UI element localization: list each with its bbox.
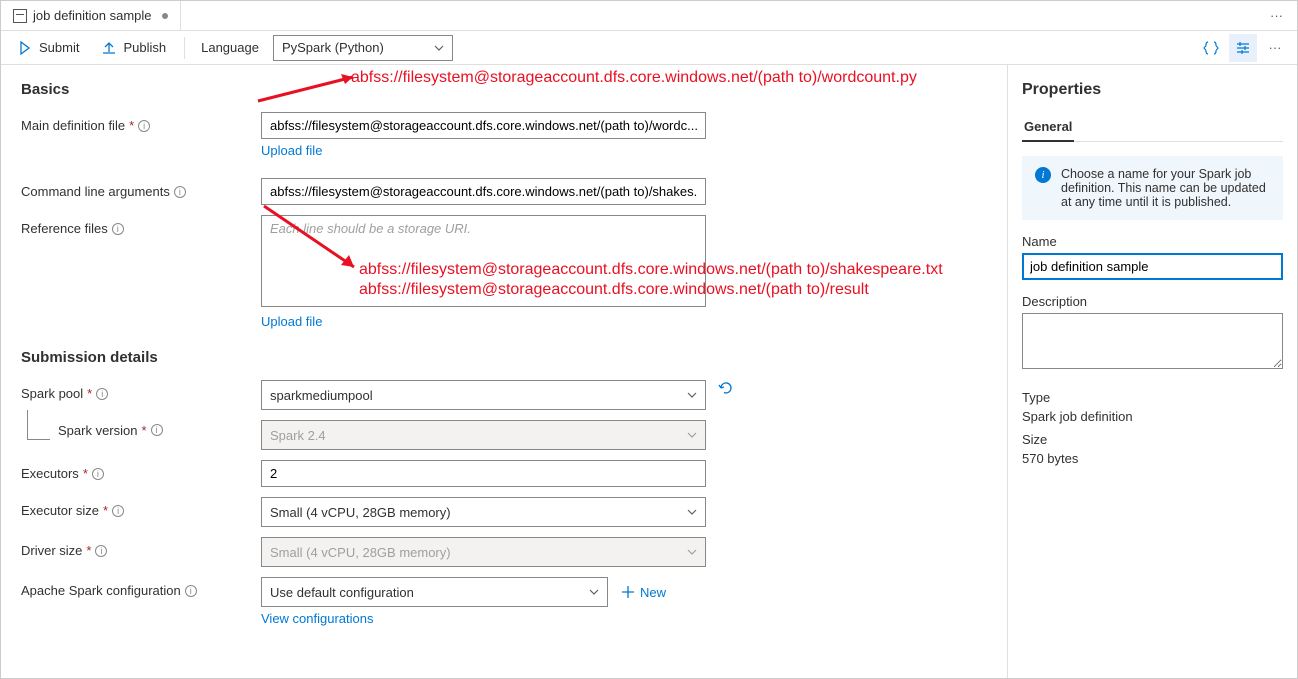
version-row: Spark version * i Spark 2.4 [21, 420, 987, 450]
config-select[interactable]: Use default configuration [261, 577, 608, 607]
body: abfss://filesystem@storageaccount.dfs.co… [1, 65, 1297, 678]
submission-heading: Submission details [21, 349, 987, 366]
description-input[interactable] [1022, 313, 1283, 369]
chevron-down-icon [434, 43, 444, 53]
main-def-input[interactable] [261, 112, 706, 139]
desc-field-label: Description [1022, 294, 1283, 309]
pool-row: Spark pool * i sparkmediumpool [21, 380, 987, 410]
cmd-row: Command line arguments i [21, 178, 987, 205]
code-view-button[interactable] [1197, 34, 1225, 62]
info-icon[interactable]: i [112, 505, 124, 517]
play-icon [17, 40, 33, 56]
name-field-label: Name [1022, 234, 1283, 249]
size-label: Size [1022, 432, 1283, 447]
ref-label: Reference files i [21, 215, 261, 236]
exec-size-row: Executor size * i Small (4 vCPU, 28GB me… [21, 497, 987, 527]
executors-input[interactable] [261, 460, 706, 487]
divider [184, 37, 185, 59]
executors-row: Executors * i [21, 460, 987, 487]
definition-icon [13, 9, 27, 23]
unsaved-dot-icon [162, 13, 168, 19]
config-label: Apache Spark configuration i [21, 577, 261, 598]
properties-title: Properties [1022, 81, 1283, 99]
language-select[interactable]: PySpark (Python) [273, 35, 453, 61]
driver-size-select: Small (4 vCPU, 28GB memory) [261, 537, 706, 567]
properties-toggle-button[interactable] [1229, 34, 1257, 62]
refresh-icon[interactable] [718, 380, 734, 396]
submit-label: Submit [39, 40, 79, 55]
main-def-label: Main definition file * i [21, 112, 261, 133]
config-row: Apache Spark configuration i Use default… [21, 577, 987, 626]
toolbar-right: ··· [1197, 34, 1289, 62]
version-label: Spark version * i [21, 420, 261, 440]
cmd-input[interactable] [261, 178, 706, 205]
properties-tabs: General [1022, 113, 1283, 142]
spark-pool-select[interactable]: sparkmediumpool [261, 380, 706, 410]
info-icon: i [1035, 167, 1051, 183]
info-icon[interactable]: i [174, 186, 186, 198]
publish-icon [101, 40, 117, 56]
sliders-icon [1235, 40, 1251, 56]
ellipsis-icon: ··· [1269, 40, 1282, 55]
properties-panel: Properties General i Choose a name for y… [1007, 65, 1297, 678]
info-text: Choose a name for your Spark job definit… [1061, 167, 1270, 209]
new-config-button[interactable]: New [620, 584, 666, 600]
executor-size-select[interactable]: Small (4 vCPU, 28GB memory) [261, 497, 706, 527]
size-value: 570 bytes [1022, 451, 1283, 466]
info-icon[interactable]: i [95, 545, 107, 557]
basics-heading: Basics [21, 81, 987, 98]
chevron-down-icon [687, 390, 697, 400]
submit-button[interactable]: Submit [9, 36, 87, 60]
info-callout: i Choose a name for your Spark job defin… [1022, 156, 1283, 220]
language-label: Language [201, 40, 259, 55]
exec-size-label: Executor size * i [21, 497, 261, 518]
info-icon[interactable]: i [112, 223, 124, 235]
upload-file-link-2[interactable]: Upload file [261, 310, 322, 329]
language-value: PySpark (Python) [282, 40, 384, 55]
chevron-down-icon [687, 547, 697, 557]
file-tab[interactable]: job definition sample [5, 1, 181, 30]
pool-label: Spark pool * i [21, 380, 261, 401]
tab-general[interactable]: General [1022, 113, 1074, 142]
info-icon[interactable]: i [96, 388, 108, 400]
tree-connector [27, 410, 50, 440]
plus-icon [620, 584, 636, 600]
driver-size-label: Driver size * i [21, 537, 261, 558]
ref-row: Reference files i Upload file [21, 215, 987, 329]
main-def-row: Main definition file * i Upload file [21, 112, 987, 158]
spark-version-select: Spark 2.4 [261, 420, 706, 450]
type-label: Type [1022, 390, 1283, 405]
executors-label: Executors * i [21, 460, 261, 481]
info-icon[interactable]: i [151, 424, 163, 436]
toolbar: Submit Publish Language PySpark (Python)… [1, 31, 1297, 65]
tab-overflow-icon[interactable]: ··· [1260, 8, 1293, 23]
info-icon[interactable]: i [138, 120, 150, 132]
braces-icon [1203, 40, 1219, 56]
tab-title: job definition sample [33, 8, 152, 23]
chevron-down-icon [589, 587, 599, 597]
upload-file-link[interactable]: Upload file [261, 139, 322, 158]
view-configurations-link[interactable]: View configurations [261, 607, 374, 626]
type-value: Spark job definition [1022, 409, 1283, 424]
publish-label: Publish [123, 40, 166, 55]
chevron-down-icon [687, 507, 697, 517]
tab-bar: job definition sample ··· [1, 1, 1297, 31]
name-input[interactable] [1022, 253, 1283, 280]
main-column: abfss://filesystem@storageaccount.dfs.co… [1, 65, 1007, 678]
chevron-down-icon [687, 430, 697, 440]
ref-files-input[interactable] [261, 215, 706, 307]
publish-button[interactable]: Publish [93, 36, 174, 60]
driver-size-row: Driver size * i Small (4 vCPU, 28GB memo… [21, 537, 987, 567]
more-button[interactable]: ··· [1261, 34, 1289, 62]
info-icon[interactable]: i [185, 585, 197, 597]
cmd-label: Command line arguments i [21, 178, 261, 199]
required-asterisk: * [129, 118, 134, 133]
info-icon[interactable]: i [92, 468, 104, 480]
